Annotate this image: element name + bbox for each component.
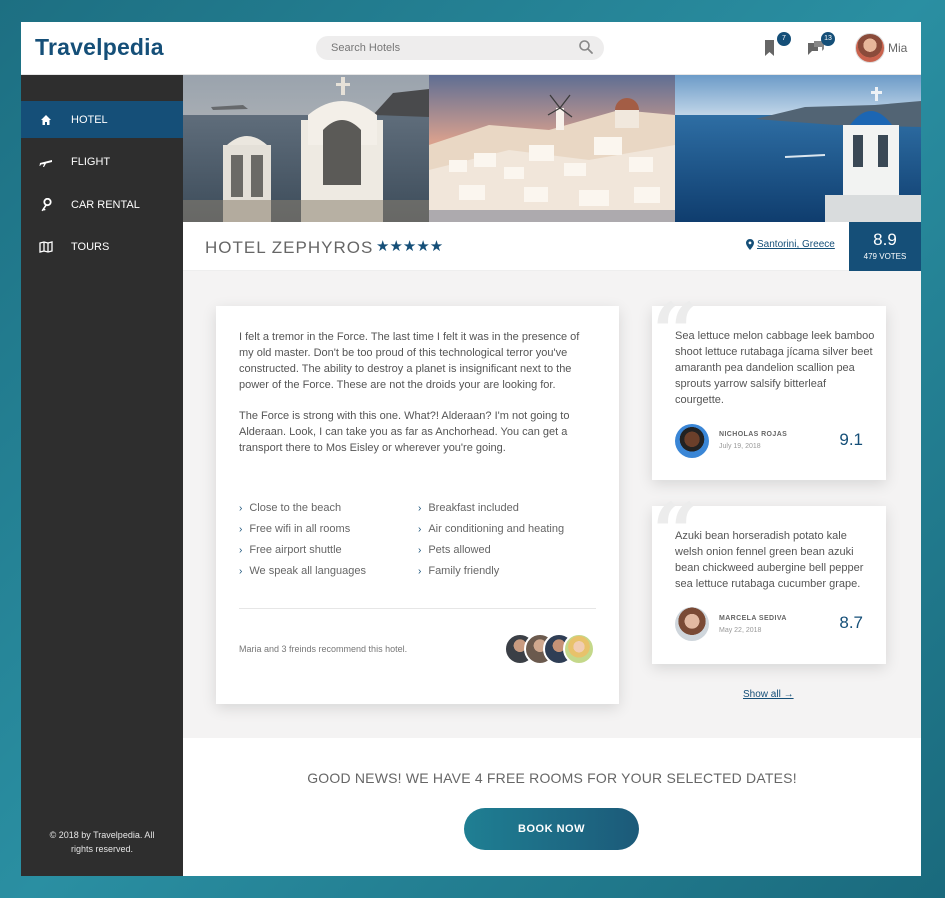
review-score: 9.1 <box>839 430 863 449</box>
user-name[interactable]: Mia <box>888 41 907 55</box>
friends-recommend-text: Maria and 3 freinds recommend this hotel… <box>239 644 408 654</box>
search-icon[interactable] <box>578 39 594 55</box>
feature-label: Free airport shuttle <box>249 544 342 556</box>
search-input[interactable] <box>316 36 604 60</box>
reviewer-name: NICHOLAS ROJAS <box>719 431 788 438</box>
feature-label: Pets allowed <box>428 544 491 556</box>
sidebar-item-tours[interactable]: TOURS <box>21 228 183 265</box>
logo[interactable]: Travelpedia <box>35 34 164 61</box>
hotel-title-bar: HOTEL ZEPHYROS ★★★★★ Santorini, Greece 8… <box>183 222 921 271</box>
chevron-right-icon: › <box>239 502 243 514</box>
review-text: Sea lettuce melon cabbage leek bamboo sh… <box>675 330 875 406</box>
chevron-right-icon: › <box>239 523 243 535</box>
hotel-description-card: I felt a tremor in the Force. The last t… <box>216 306 619 704</box>
divider <box>239 608 596 609</box>
location-label: Santorini, Greece <box>757 239 835 250</box>
feature-label: Breakfast included <box>428 502 519 514</box>
feature-item: › Family friendly <box>418 565 499 577</box>
sidebar-item-car-rental[interactable]: CAR RENTAL <box>21 186 183 223</box>
sidebar-item-label: CAR RENTAL <box>71 198 140 211</box>
chevron-right-icon: › <box>418 502 422 514</box>
hotel-location-link[interactable]: Santorini, Greece <box>746 239 835 250</box>
gallery-photo-oia-village[interactable] <box>429 75 675 222</box>
feature-label: We speak all languages <box>249 565 366 577</box>
review-text: Azuki bean horseradish potato kale welsh… <box>675 530 864 590</box>
user-avatar[interactable] <box>855 33 885 63</box>
hotel-score-box: 8.9 479 VOTES <box>849 222 921 271</box>
bookmarks-count-badge: 7 <box>777 32 791 46</box>
chevron-right-icon: › <box>418 544 422 556</box>
feature-item: › Pets allowed <box>418 544 491 556</box>
top-header: Travelpedia 7 13 Mia <box>21 22 921 75</box>
reviewer-avatar <box>675 424 709 458</box>
feature-label: Family friendly <box>428 565 500 577</box>
sidebar-item-flight[interactable]: FLIGHT <box>21 143 183 180</box>
home-icon <box>21 114 71 126</box>
map-pin-icon <box>746 239 754 250</box>
availability-message: GOOD NEWS! WE HAVE 4 FREE ROOMS FOR YOUR… <box>307 770 797 786</box>
hotel-score: 8.9 <box>873 230 897 249</box>
review-card: “ Azuki bean horseradish potato kale wel… <box>652 492 886 664</box>
feature-label: Close to the beach <box>249 502 342 514</box>
reviewer-name: MARCELA SEDIVA <box>719 615 787 622</box>
reviewer-avatar <box>675 607 709 641</box>
description-paragraph: I felt a tremor in the Force. The last t… <box>239 331 580 391</box>
review-score: 8.7 <box>839 613 863 632</box>
review-card: “ Sea lettuce melon cabbage leek bamboo … <box>652 292 886 480</box>
messages-button[interactable]: 13 <box>805 32 835 62</box>
hotel-name: HOTEL ZEPHYROS <box>205 238 374 257</box>
chevron-right-icon: › <box>418 523 422 535</box>
chevron-right-icon: › <box>239 544 243 556</box>
star-rating: ★★★★★ <box>376 238 444 255</box>
show-all-reviews-link[interactable]: Show all → <box>743 689 794 700</box>
review-date: May 22, 2018 <box>719 627 762 634</box>
availability-section: GOOD NEWS! WE HAVE 4 FREE ROOMS FOR YOUR… <box>183 738 921 876</box>
sidebar-item-hotel[interactable]: HOTEL <box>21 101 183 138</box>
app-window: Travelpedia 7 13 Mia HOTEL <box>21 22 921 876</box>
bookmarks-button[interactable]: 7 <box>761 32 791 62</box>
feature-item: › Free wifi in all rooms <box>239 523 350 535</box>
feature-item: › We speak all languages <box>239 565 366 577</box>
description-paragraph: The Force is strong with this one. What?… <box>239 410 570 454</box>
hotel-votes: 479 VOTES <box>863 252 907 261</box>
gallery-photo-blue-dome[interactable] <box>675 75 921 222</box>
sidebar-item-label: FLIGHT <box>71 155 111 168</box>
chevron-right-icon: › <box>239 565 243 577</box>
map-icon <box>21 240 71 253</box>
key-icon <box>21 197 71 212</box>
chevron-right-icon: › <box>418 565 422 577</box>
sidebar: HOTEL FLIGHT CAR RENTAL TOURS © 2018 by … <box>21 75 183 876</box>
sidebar-item-label: TOURS <box>71 240 110 253</box>
copyright-text: © 2018 by Travelpedia. All rights reserv… <box>49 830 155 854</box>
feature-item: › Close to the beach <box>239 502 341 514</box>
gallery-photo-bell-tower[interactable] <box>183 75 429 222</box>
feature-label: Free wifi in all rooms <box>249 523 351 535</box>
feature-label: Air conditioning and heating <box>428 523 565 535</box>
feature-item: › Breakfast included <box>418 502 519 514</box>
feature-item: › Free airport shuttle <box>239 544 342 556</box>
sidebar-item-label: HOTEL <box>71 113 108 126</box>
feature-item: › Air conditioning and heating <box>418 523 564 535</box>
messages-count-badge: 13 <box>821 32 835 46</box>
friend-avatar[interactable] <box>563 633 595 665</box>
photo-gallery <box>183 75 921 222</box>
book-now-button[interactable]: BOOK NOW <box>464 808 639 850</box>
review-date: July 19, 2018 <box>719 443 761 450</box>
airplane-icon <box>21 156 71 168</box>
